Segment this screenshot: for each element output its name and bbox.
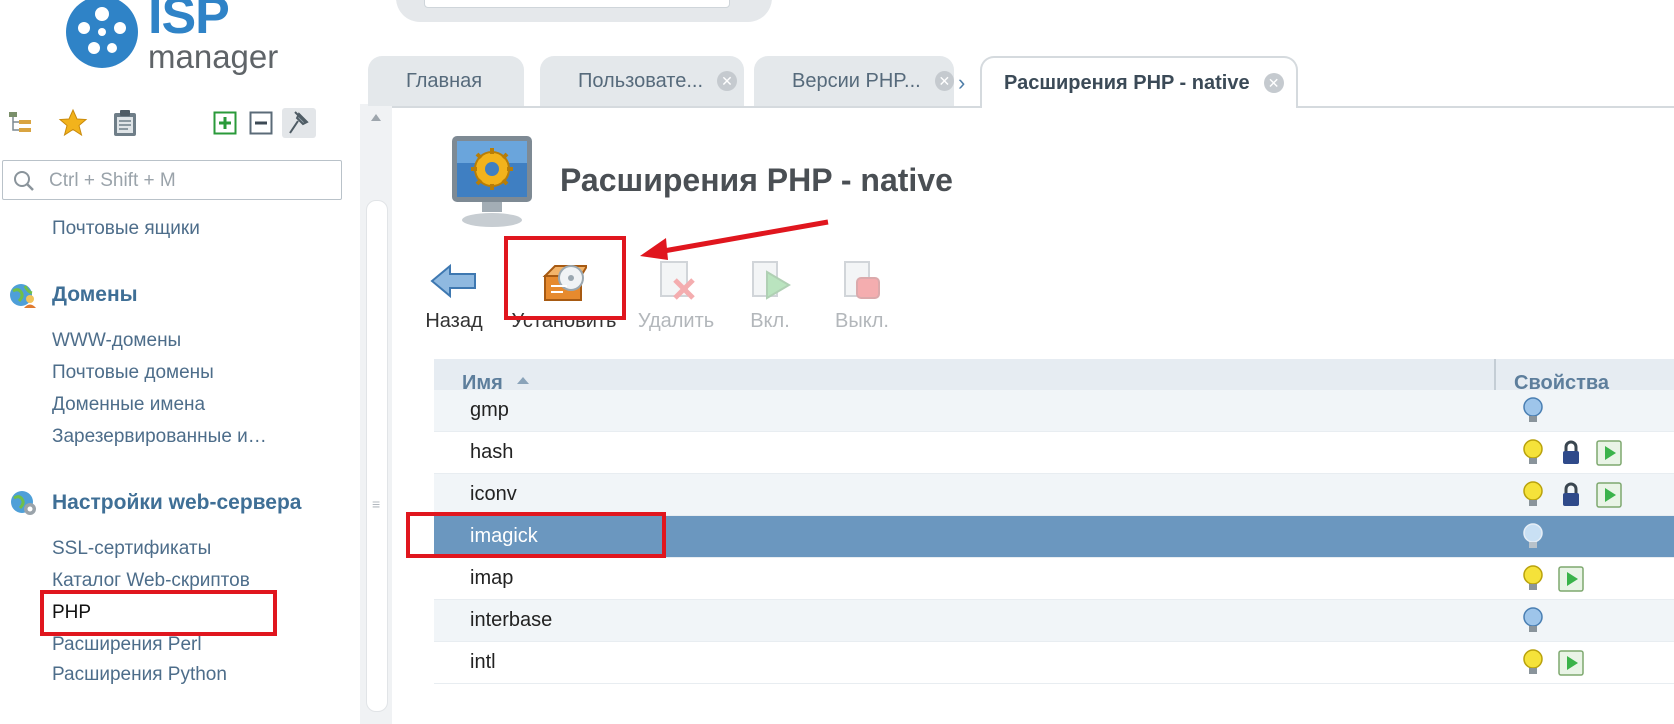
isp-manager-logo[interactable]: ISP manager [64, 0, 294, 78]
sidebar-item-mailboxes[interactable]: Почтовые ящики [52, 218, 200, 240]
sidebar-item-ssl[interactable]: SSL-сертификаты [52, 538, 211, 560]
tab-label: Главная [406, 69, 483, 92]
clipboard-icon[interactable] [110, 108, 140, 138]
extension-name: iconv [470, 483, 517, 505]
tab-label: Версии PHP... [792, 69, 921, 92]
tree-icon[interactable] [6, 108, 36, 138]
annotation-highlight-php [40, 590, 277, 636]
bulb-on-icon [1518, 564, 1548, 594]
table-row[interactable]: intl [434, 642, 1674, 684]
sort-ascending-icon[interactable] [516, 375, 530, 385]
table-row[interactable]: gmp [434, 390, 1674, 432]
enable-button[interactable]: Вкл. [738, 256, 802, 340]
page-title: Расширения PHP - native [560, 162, 953, 198]
extension-name: gmp [470, 399, 509, 421]
row-properties [1518, 522, 1556, 552]
lock-icon [1556, 480, 1586, 510]
global-search-input[interactable] [424, 0, 730, 8]
enable-label: Вкл. [750, 310, 790, 332]
globe-gear-icon [8, 488, 40, 518]
sidebar-item-perl[interactable]: Расширения Perl [52, 634, 202, 656]
sidebar-item-mail-domains[interactable]: Почтовые домены [52, 362, 214, 384]
sidebar: ISP manager Почтовые ящики Домены [0, 0, 360, 724]
collapse-all-icon[interactable] [246, 108, 276, 138]
sidebar-item-www-domains[interactable]: WWW-домены [52, 330, 181, 352]
sidebar-toolbar [6, 108, 344, 142]
disable-button[interactable]: Выкл. [824, 256, 900, 340]
row-properties [1518, 480, 1632, 510]
row-properties [1518, 564, 1594, 594]
table-row[interactable]: iconv [434, 474, 1674, 516]
sidebar-item-python[interactable]: Расширения Python [52, 664, 227, 686]
scrollbar-thumb[interactable] [366, 200, 388, 712]
close-icon[interactable]: ✕ [1263, 73, 1284, 93]
table-row[interactable]: hash [434, 432, 1674, 474]
tab-label: Расширения PHP - native [1004, 71, 1250, 94]
sidebar-item-web-scripts[interactable]: Каталог Web-скриптов [52, 570, 250, 592]
resize-grip-icon[interactable]: ≡ [372, 496, 380, 512]
logo-manager-text: manager [148, 38, 279, 75]
sidebar-item-domain-names[interactable]: Доменные имена [52, 394, 205, 416]
extension-name: hash [470, 441, 514, 463]
bulb-on-icon [1518, 648, 1548, 678]
expand-all-icon[interactable] [210, 108, 240, 138]
star-icon[interactable] [58, 108, 88, 138]
tab-bar: Главная Пользовате... ✕ Версии PHP... ✕ … [368, 56, 1674, 108]
back-arrow-icon [428, 256, 480, 306]
row-properties [1518, 648, 1594, 678]
sidebar-search [2, 160, 342, 200]
sidebar-group-domains[interactable]: Домены [8, 280, 138, 310]
enabled-play-icon [1556, 648, 1586, 678]
annotation-arrow-icon [640, 219, 829, 260]
sidebar-item-reserved[interactable]: Зарезервированные и… [52, 426, 267, 448]
close-icon[interactable]: ✕ [934, 71, 954, 91]
annotation-highlight-install [504, 236, 626, 320]
sidebar-search-input[interactable] [47, 167, 331, 195]
extension-name: intl [470, 651, 496, 673]
enabled-play-icon [1594, 480, 1624, 510]
sidebar-scrollbar[interactable]: ≡ [360, 104, 392, 724]
enabled-play-icon [1594, 438, 1624, 468]
row-properties [1518, 396, 1556, 426]
tab-php-versions[interactable]: Версии PHP... ✕ [754, 56, 954, 106]
tab-breadcrumb-chevron-icon: › [958, 70, 966, 95]
lock-icon [1556, 438, 1586, 468]
back-label: Назад [425, 310, 483, 332]
delete-label: Удалить [637, 310, 715, 332]
back-button[interactable]: Назад [422, 256, 486, 340]
bulb-on-icon [1518, 438, 1548, 468]
enabled-play-icon [1556, 564, 1586, 594]
sidebar-group-web-server[interactable]: Настройки web-сервера [8, 488, 301, 518]
search-icon [14, 171, 34, 191]
monitor-gear-icon [452, 136, 532, 227]
row-properties [1518, 438, 1632, 468]
table-row[interactable]: interbase [434, 600, 1674, 642]
delete-button[interactable]: Удалить [634, 256, 718, 340]
bulb-on-icon [1518, 480, 1548, 510]
annotation-highlight-imagick [406, 512, 666, 558]
globe-user-icon [8, 280, 40, 310]
tab-php-extensions[interactable]: Расширения PHP - native ✕ [980, 56, 1298, 108]
pin-icon[interactable] [282, 108, 316, 138]
bulb-off-icon [1518, 522, 1548, 552]
disable-stop-icon [836, 256, 888, 306]
row-properties [1518, 606, 1556, 636]
disable-label: Выкл. [835, 310, 889, 332]
tab-users[interactable]: Пользовате... ✕ [540, 56, 744, 106]
global-search-bar [396, 0, 772, 22]
main-content: Расширения PHP - native Назад Установить… [392, 108, 1674, 724]
scroll-up-icon[interactable] [370, 112, 382, 122]
sidebar-group-label: Настройки web-сервера [52, 491, 302, 514]
logo-mark-icon [66, 0, 138, 68]
bulb-off-icon [1518, 396, 1548, 426]
extension-name: interbase [470, 609, 553, 631]
tab-home[interactable]: Главная [368, 56, 524, 106]
close-icon[interactable]: ✕ [717, 71, 738, 91]
tab-label: Пользовате... [578, 69, 704, 92]
extension-name: imap [470, 567, 514, 589]
bulb-off-icon [1518, 606, 1548, 636]
sidebar-group-label: Домены [52, 283, 138, 306]
table-row[interactable]: imap [434, 558, 1674, 600]
